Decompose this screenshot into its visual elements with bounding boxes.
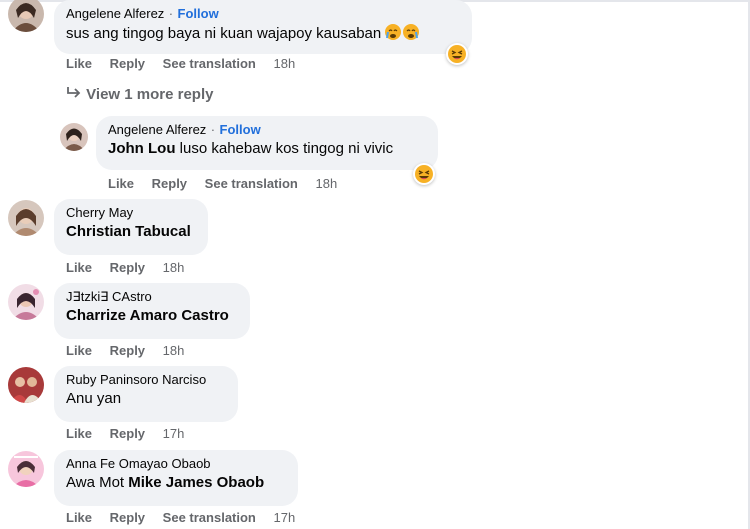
- mention-link[interactable]: Mike James Obaob: [128, 474, 264, 491]
- comment-text-segment: Anu yan: [66, 390, 122, 407]
- comment-text: John Lou luso kahebaw kos tingog ni vivi…: [108, 139, 426, 159]
- mention-link[interactable]: Charrize Amaro Castro: [66, 307, 229, 324]
- view-more-label: View 1 more reply: [86, 86, 214, 103]
- comment-bubble: Anna Fe Omayao Obaob Awa Mot Mike James …: [54, 450, 298, 506]
- like-button[interactable]: Like: [66, 260, 92, 275]
- mention-link[interactable]: John Lou: [108, 140, 176, 157]
- comment-bubble: Angelene Alferez · Follow sus ang tingog…: [54, 0, 472, 54]
- view-more-replies-link[interactable]: View 1 more reply: [66, 86, 213, 103]
- comment-author[interactable]: Anna Fe Omayao Obaob: [66, 455, 286, 473]
- comment-bubble: J∃tzki∃ CAstro Charrize Amaro Castro: [54, 283, 250, 339]
- timestamp[interactable]: 18h: [316, 176, 338, 191]
- avatar[interactable]: [8, 200, 44, 236]
- like-button[interactable]: Like: [66, 426, 92, 441]
- separator-dot: ·: [210, 122, 216, 137]
- comment-author[interactable]: Ruby Paninsoro Narciso: [66, 371, 226, 389]
- reply-button[interactable]: Reply: [110, 510, 145, 525]
- comment-actions: Like Reply 17h: [66, 426, 198, 441]
- comment-text: Christian Tabucal: [66, 222, 196, 242]
- timestamp[interactable]: 17h: [163, 426, 185, 441]
- reply-button[interactable]: Reply: [110, 260, 145, 275]
- reply-button[interactable]: Reply: [110, 426, 145, 441]
- comment-author[interactable]: Angelene Alferez: [66, 6, 164, 21]
- like-button[interactable]: Like: [66, 510, 92, 525]
- haha-reaction-icon[interactable]: [446, 43, 468, 65]
- comment-bubble: Cherry May Christian Tabucal: [54, 199, 208, 255]
- haha-reaction-icon[interactable]: [413, 163, 435, 185]
- comment-text: Awa Mot Mike James Obaob: [66, 473, 286, 493]
- comment-text-segment: sus ang tingog baya ni kuan wajapoy kaus…: [66, 25, 382, 42]
- comment-actions: Like Reply 18h: [66, 343, 198, 358]
- crying-emoji-icon: [385, 24, 421, 42]
- comment-actions: Like Reply 18h: [66, 260, 198, 275]
- comment-text-segment: Awa Mot: [66, 474, 129, 491]
- comment-actions: Like Reply See translation 18h: [66, 56, 309, 71]
- separator-dot: ·: [168, 6, 174, 21]
- comment-author[interactable]: Cherry May: [66, 204, 196, 222]
- see-translation-button[interactable]: See translation: [205, 176, 298, 191]
- comment-actions: Like Reply See translation 18h: [108, 176, 351, 191]
- comment-text: Charrize Amaro Castro: [66, 306, 238, 326]
- avatar[interactable]: [8, 284, 44, 320]
- avatar[interactable]: [8, 367, 44, 403]
- comment-text-segment: luso kahebaw kos tingog ni vivic: [175, 140, 394, 157]
- like-button[interactable]: Like: [66, 56, 92, 71]
- comment-author[interactable]: Angelene Alferez: [108, 122, 206, 137]
- timestamp[interactable]: 17h: [274, 510, 296, 525]
- avatar[interactable]: [60, 123, 88, 151]
- comment-text: Anu yan: [66, 389, 226, 409]
- see-translation-button[interactable]: See translation: [163, 510, 256, 525]
- reply-button[interactable]: Reply: [110, 56, 145, 71]
- reply-button[interactable]: Reply: [110, 343, 145, 358]
- reply-button[interactable]: Reply: [152, 176, 187, 191]
- comment-actions: Like Reply See translation 17h: [66, 510, 309, 525]
- comment-author[interactable]: J∃tzki∃ CAstro: [66, 288, 238, 306]
- like-button[interactable]: Like: [108, 176, 134, 191]
- avatar[interactable]: [8, 451, 44, 487]
- timestamp[interactable]: 18h: [274, 56, 296, 71]
- timestamp[interactable]: 18h: [163, 260, 185, 275]
- like-button[interactable]: Like: [66, 343, 92, 358]
- follow-button[interactable]: Follow: [220, 122, 261, 137]
- avatar[interactable]: [8, 0, 44, 32]
- see-translation-button[interactable]: See translation: [163, 56, 256, 71]
- comment-text: sus ang tingog baya ni kuan wajapoy kaus…: [66, 23, 460, 44]
- follow-button[interactable]: Follow: [178, 6, 219, 21]
- mention-link[interactable]: Christian Tabucal: [66, 223, 191, 240]
- reply-bubble: Angelene Alferez · Follow John Lou luso …: [96, 116, 438, 170]
- comment-bubble: Ruby Paninsoro Narciso Anu yan: [54, 366, 238, 422]
- reply-arrow-icon: [66, 86, 86, 103]
- timestamp[interactable]: 18h: [163, 343, 185, 358]
